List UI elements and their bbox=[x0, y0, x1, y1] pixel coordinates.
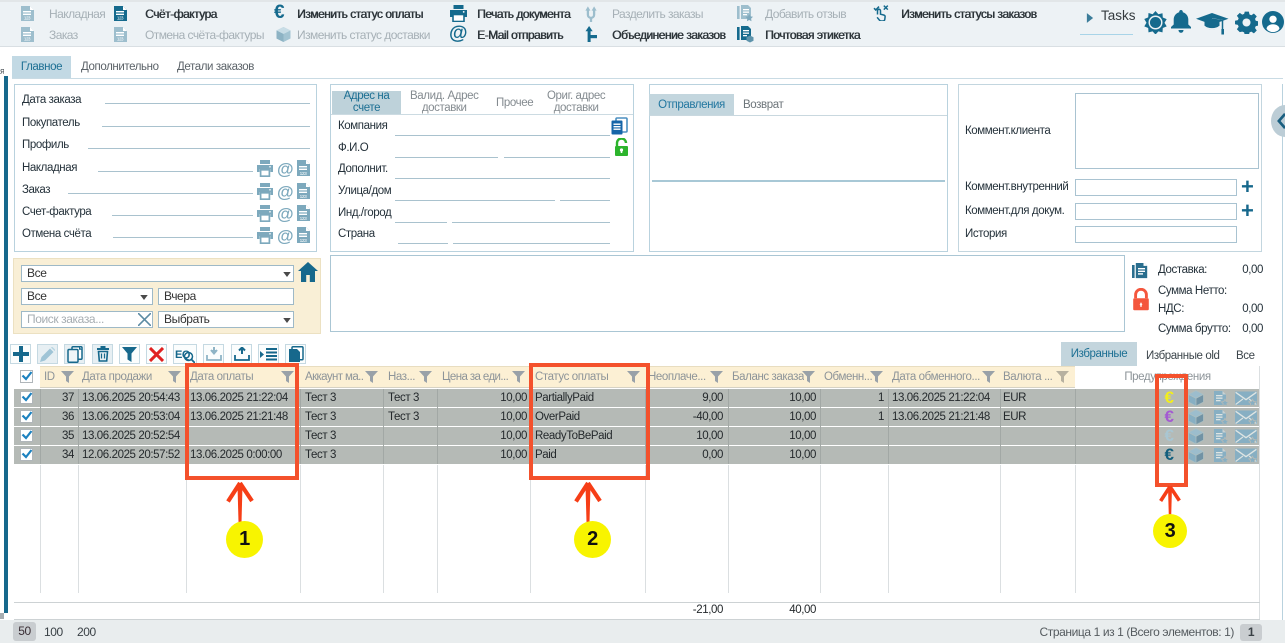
svg-text:123: 123 bbox=[300, 194, 308, 200]
svg-text:@: @ bbox=[277, 205, 293, 222]
svg-text:123: 123 bbox=[117, 37, 124, 42]
svg-text:EQ: EQ bbox=[175, 349, 191, 361]
svg-text:@: @ bbox=[277, 227, 293, 244]
svg-text:123: 123 bbox=[300, 216, 308, 222]
svg-text:123: 123 bbox=[24, 37, 31, 42]
svg-text:@: @ bbox=[277, 183, 293, 200]
svg-text:123: 123 bbox=[24, 16, 31, 21]
svg-text:123: 123 bbox=[300, 171, 308, 177]
svg-text:123: 123 bbox=[300, 238, 308, 244]
svg-text:@: @ bbox=[277, 160, 293, 177]
svg-text:123: 123 bbox=[117, 16, 124, 21]
